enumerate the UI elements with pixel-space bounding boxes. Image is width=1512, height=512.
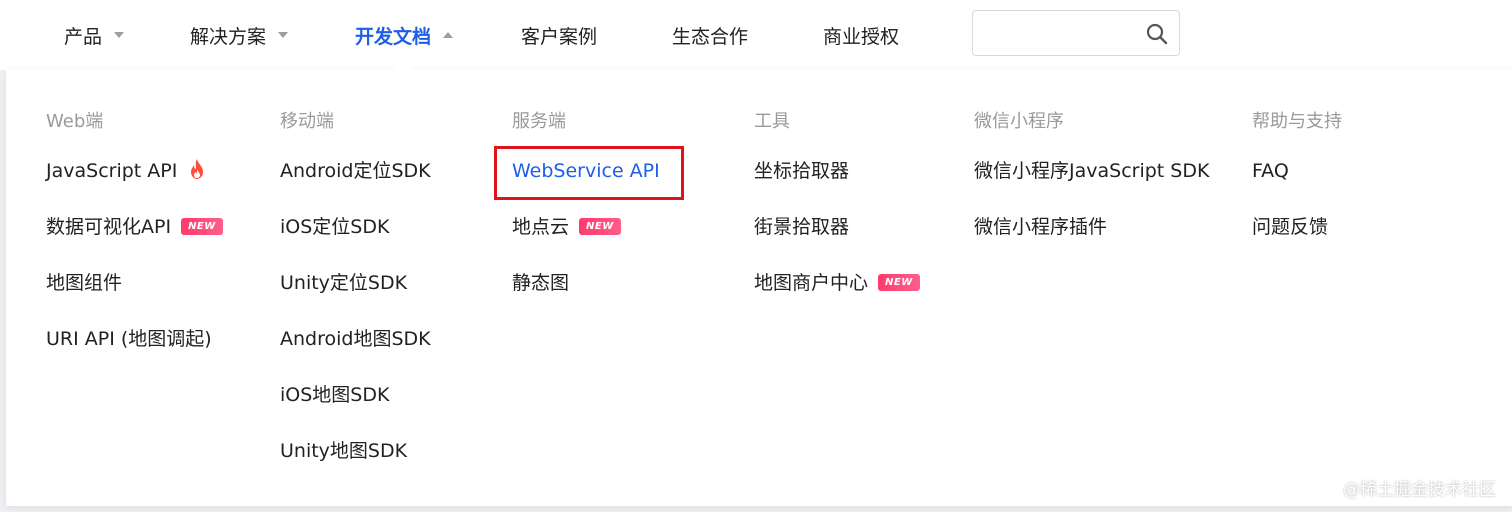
menu-link-place-cloud[interactable]: 地点云 NEW — [512, 214, 660, 270]
column-heading: 帮助与支持 — [1252, 111, 1342, 132]
nav-item-label: 生态合作 — [672, 25, 749, 48]
column-heading: Web端 — [46, 111, 104, 132]
menu-link-merchant-center[interactable]: 地图商户中心 NEW — [754, 270, 920, 326]
menu-link-coordinate-picker[interactable]: 坐标拾取器 — [754, 158, 920, 214]
nav-item-label: 客户案例 — [521, 25, 598, 48]
search-icon[interactable] — [1145, 22, 1169, 46]
menu-link-uri-api[interactable]: URI API (地图调起) — [46, 326, 223, 382]
link-label: 坐标拾取器 — [754, 160, 850, 182]
link-label: 问题反馈 — [1252, 216, 1329, 238]
menu-link-miniprogram-plugin[interactable]: 微信小程序插件 — [974, 214, 1209, 270]
link-label: URI API (地图调起) — [46, 328, 212, 350]
link-label: WebService API — [512, 160, 660, 182]
column-heading: 移动端 — [280, 111, 334, 132]
menu-link-map-components[interactable]: 地图组件 — [46, 270, 223, 326]
nav-item-cases[interactable]: 客户案例 — [521, 20, 597, 50]
menu-column-mobile: 移动端 Android定位SDK iOS定位SDK Unity定位SDK And… — [280, 108, 431, 494]
dev-docs-dropdown: Web端 JavaScript API 数据可视化API NEW 地图组件 UR… — [6, 70, 1512, 506]
nav-item-label: 解决方案 — [190, 25, 267, 48]
menu-column-tools: 工具 坐标拾取器 街景拾取器 地图商户中心 NEW — [754, 108, 920, 326]
menu-link-feedback[interactable]: 问题反馈 — [1252, 214, 1342, 270]
menu-link-unity-map-sdk[interactable]: Unity地图SDK — [280, 438, 431, 494]
link-label: Unity定位SDK — [280, 272, 408, 294]
menu-link-android-map-sdk[interactable]: Android地图SDK — [280, 326, 431, 382]
link-label: 街景拾取器 — [754, 216, 850, 238]
top-nav: 产品 解决方案 开发文档 客户案例 生态合作 商业授权 — [0, 0, 1512, 70]
chevron-down-icon — [114, 32, 125, 38]
link-label: Android定位SDK — [280, 160, 431, 182]
nav-item-solutions[interactable]: 解决方案 — [190, 20, 289, 50]
column-heading: 工具 — [754, 111, 790, 132]
new-badge: NEW — [579, 218, 621, 235]
new-badge: NEW — [878, 274, 920, 291]
menu-column-server: 服务端 WebService API 地点云 NEW 静态图 — [494, 108, 684, 326]
menu-link-data-visualization-api[interactable]: 数据可视化API NEW — [46, 214, 223, 270]
link-label: 数据可视化API — [46, 216, 172, 238]
menu-link-ios-map-sdk[interactable]: iOS地图SDK — [280, 382, 431, 438]
link-label: 微信小程序JavaScript SDK — [974, 160, 1210, 182]
chevron-up-icon — [443, 32, 454, 38]
search-box[interactable] — [972, 10, 1180, 56]
nav-item-dev-docs[interactable]: 开发文档 — [355, 20, 454, 50]
menu-link-static-map[interactable]: 静态图 — [512, 270, 660, 326]
menu-column-wechat-miniprogram: 微信小程序 微信小程序JavaScript SDK 微信小程序插件 — [974, 108, 1209, 270]
link-label: Android地图SDK — [280, 328, 431, 350]
menu-link-webservice-api[interactable]: WebService API — [494, 146, 684, 214]
menu-link-javascript-api[interactable]: JavaScript API — [46, 158, 223, 214]
menu-link-unity-location-sdk[interactable]: Unity定位SDK — [280, 270, 431, 326]
menu-link-streetview-picker[interactable]: 街景拾取器 — [754, 214, 920, 270]
nav-item-ecosystem[interactable]: 生态合作 — [672, 20, 748, 50]
nav-item-label: 开发文档 — [355, 25, 432, 48]
menu-link-android-location-sdk[interactable]: Android定位SDK — [280, 158, 431, 214]
link-label: 地点云 — [512, 216, 570, 238]
chevron-down-icon — [278, 32, 289, 38]
nav-item-label: 商业授权 — [823, 25, 900, 48]
link-label: FAQ — [1252, 160, 1289, 182]
column-heading: 服务端 — [512, 111, 566, 132]
menu-link-ios-location-sdk[interactable]: iOS定位SDK — [280, 214, 431, 270]
link-label: 静态图 — [512, 272, 570, 294]
new-badge: NEW — [181, 218, 223, 235]
link-label: JavaScript API — [46, 160, 178, 182]
link-label: 地图商户中心 — [754, 272, 869, 294]
link-label: 地图组件 — [46, 272, 123, 294]
link-wrap: WebService API — [494, 146, 684, 200]
fire-icon — [191, 159, 204, 179]
link-label: Unity地图SDK — [280, 440, 408, 462]
nav-item-label: 产品 — [64, 25, 103, 48]
nav-item-products[interactable]: 产品 — [64, 20, 125, 50]
link-label: iOS定位SDK — [280, 216, 390, 238]
nav-item-license[interactable]: 商业授权 — [823, 20, 899, 50]
menu-link-miniprogram-js-sdk[interactable]: 微信小程序JavaScript SDK — [974, 158, 1209, 214]
menu-link-faq[interactable]: FAQ — [1252, 158, 1342, 214]
menu-column-web: Web端 JavaScript API 数据可视化API NEW 地图组件 UR… — [46, 108, 223, 382]
menu-column-help: 帮助与支持 FAQ 问题反馈 — [1252, 108, 1342, 270]
search-input[interactable] — [983, 19, 1133, 47]
dropdown-pointer — [392, 60, 414, 71]
link-label: iOS地图SDK — [280, 384, 390, 406]
column-heading: 微信小程序 — [974, 111, 1064, 132]
link-label: 微信小程序插件 — [974, 216, 1108, 238]
watermark: @稀土掘金技术社区 — [1343, 480, 1496, 500]
